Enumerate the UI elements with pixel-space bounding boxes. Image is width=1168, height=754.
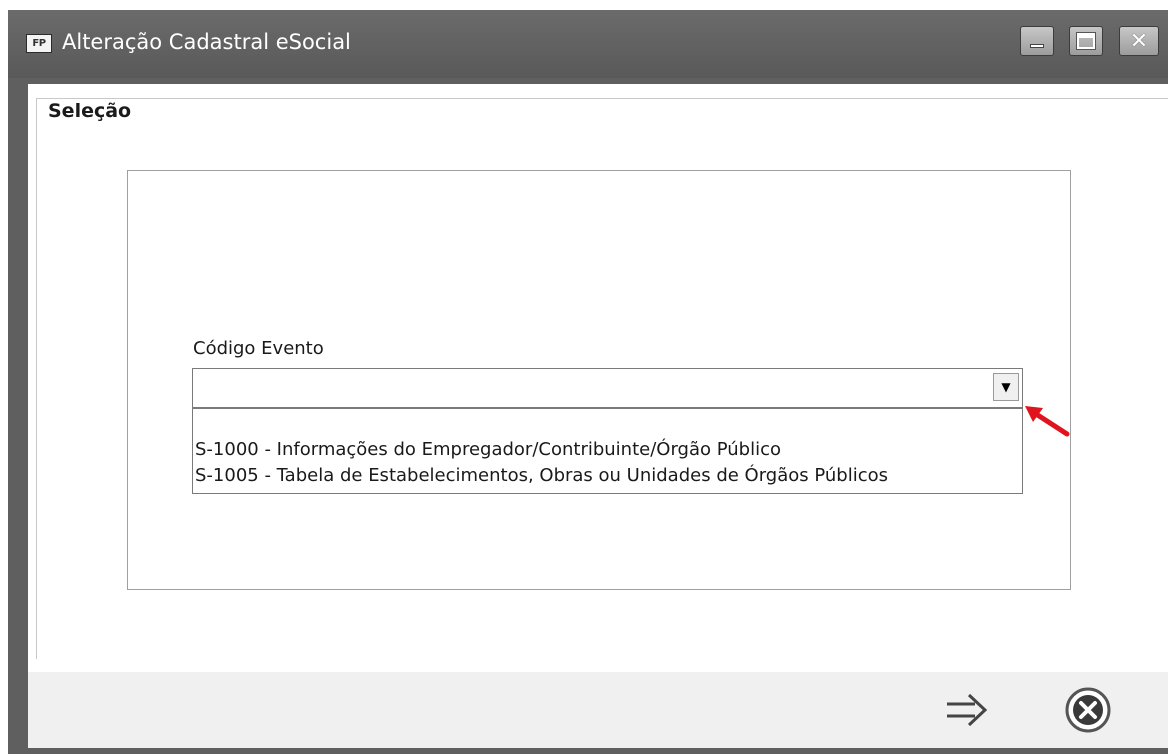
codigo-evento-label: Código Evento — [193, 338, 324, 359]
cancel-button[interactable] — [1060, 682, 1116, 738]
dropdown-option-s1005[interactable]: S-1005 - Tabela de Estabelecimentos, Obr… — [195, 465, 888, 486]
chevron-down-icon[interactable]: ▼ — [993, 373, 1019, 401]
title-bar[interactable]: FP Alteração Cadastral eSocial ✕ — [8, 10, 1168, 78]
app-icon: FP — [26, 34, 52, 53]
next-button[interactable] — [938, 682, 994, 738]
red-arrow-annotation-icon — [1025, 406, 1070, 437]
app-window: FP Alteração Cadastral eSocial ✕ Seleção… — [8, 10, 1168, 754]
dialog-footer — [28, 672, 1168, 748]
dialog-body: Seleção Código Evento ▼ S-1000 - Informa… — [28, 84, 1168, 748]
close-icon: ✕ — [1129, 28, 1149, 54]
minimize-icon — [1030, 44, 1044, 48]
dropdown-option-s1000[interactable]: S-1000 - Informações do Empregador/Contr… — [195, 439, 781, 460]
maximize-icon — [1076, 32, 1096, 50]
close-button[interactable]: ✕ — [1119, 26, 1159, 56]
codigo-evento-combobox[interactable]: ▼ — [192, 368, 1023, 408]
window-title: Alteração Cadastral eSocial — [62, 30, 351, 54]
maximize-button[interactable] — [1069, 26, 1103, 56]
cancel-circle-icon — [1065, 687, 1111, 733]
codigo-evento-dropdown-list: S-1000 - Informações do Empregador/Contr… — [192, 408, 1023, 494]
codigo-evento-input[interactable] — [195, 371, 979, 405]
arrow-right-icon — [947, 693, 988, 727]
minimize-button[interactable] — [1020, 26, 1054, 56]
selection-group-title: Seleção — [48, 100, 136, 122]
